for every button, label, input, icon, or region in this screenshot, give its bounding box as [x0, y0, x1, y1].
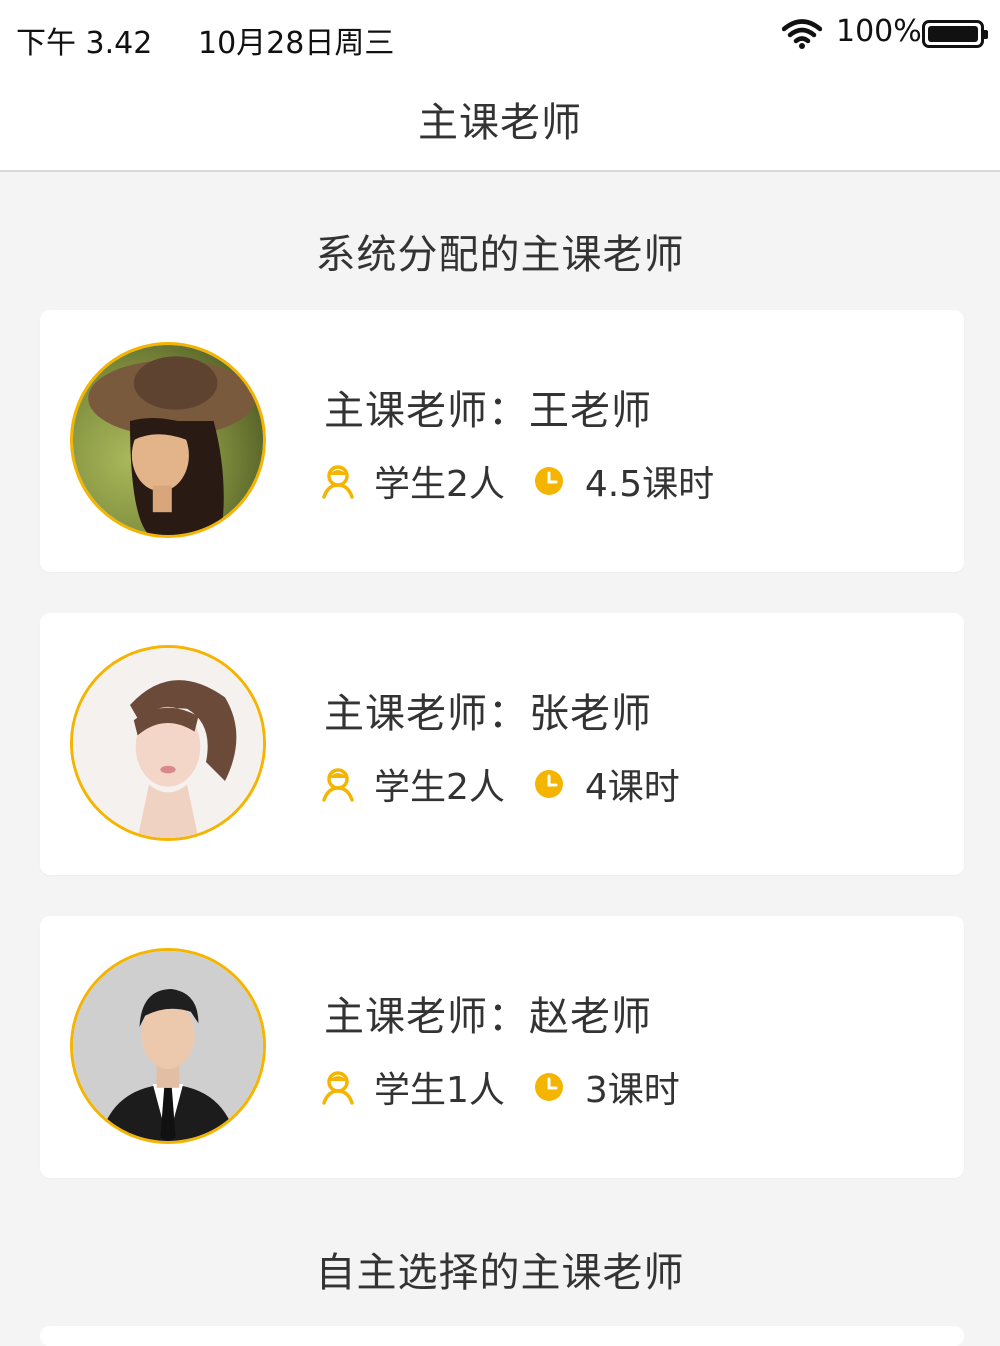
lesson-hours: 4.5课时: [584, 464, 715, 505]
section-title-system-assigned: 系统分配的主课老师: [315, 232, 685, 278]
teacher-avatar: [70, 948, 266, 1144]
teacher-avatar: [70, 342, 266, 538]
page-title: 主课老师: [418, 100, 582, 146]
lesson-hours: 4课时: [584, 767, 680, 808]
clock-icon: [534, 770, 563, 798]
teacher-photo: [73, 345, 263, 535]
battery-icon: [922, 20, 988, 48]
teacher-photo: [73, 648, 263, 838]
teacher-meta: 学生2人 4课时: [320, 763, 680, 808]
student-count: 学生2人: [374, 767, 505, 808]
teacher-meta: 学生1人 3课时: [320, 1066, 680, 1111]
student-count: 学生1人: [374, 1070, 505, 1111]
status-bar: 下午 3.42 10月28日周三 100%: [0, 0, 1000, 72]
teacher-card-partial[interactable]: [40, 1326, 964, 1346]
nav-bar: 主课老师: [0, 72, 1000, 172]
clock-icon: [534, 1073, 563, 1101]
teacher-avatar: [70, 645, 266, 841]
section-title-self-selected: 自主选择的主课老师: [315, 1250, 685, 1296]
wifi-icon: [782, 19, 822, 49]
student-icon: [322, 1071, 354, 1105]
clock-icon: [534, 467, 563, 495]
student-count: 学生2人: [374, 464, 505, 505]
teacher-photo: [73, 951, 263, 1141]
student-icon: [322, 465, 354, 499]
teacher-name: 主课老师：张老师: [324, 691, 652, 737]
status-time: 下午 3.42: [16, 26, 153, 61]
teacher-name: 主课老师：赵老师: [324, 994, 652, 1040]
student-icon: [322, 768, 354, 802]
teacher-card[interactable]: 主课老师：张老师 学生2人 4课时: [40, 613, 964, 875]
teacher-card[interactable]: 主课老师：赵老师 学生1人 3课时: [40, 916, 964, 1178]
teacher-meta: 学生2人 4.5课时: [320, 460, 714, 505]
battery-percent: 100%: [836, 14, 922, 49]
status-date: 10月28日周三: [198, 26, 395, 61]
teacher-card[interactable]: 主课老师：王老师 学生2人 4.5课时: [40, 310, 964, 572]
lesson-hours: 3课时: [584, 1070, 680, 1111]
teacher-name: 主课老师：王老师: [324, 388, 652, 434]
